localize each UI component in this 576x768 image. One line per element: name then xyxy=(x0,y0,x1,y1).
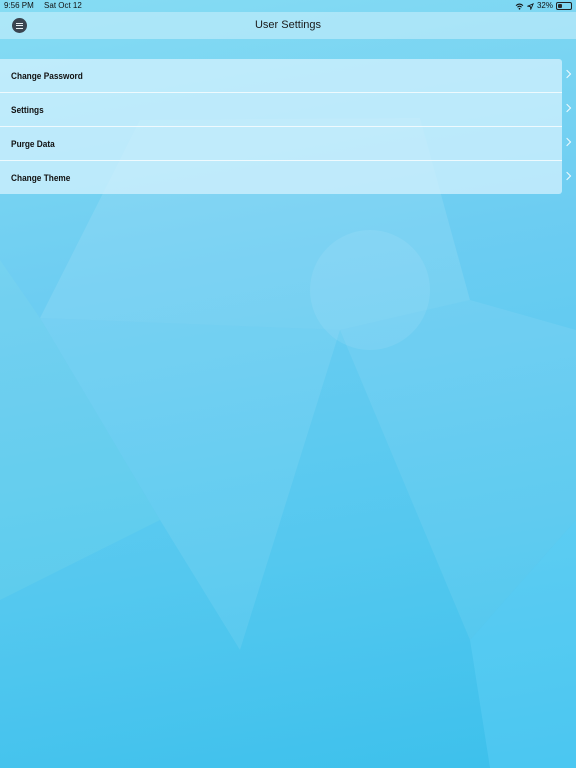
settings-item-label: Change Password xyxy=(11,70,83,81)
settings-item-change-theme[interactable]: Change Theme xyxy=(0,161,572,194)
settings-item-purge-data[interactable]: Purge Data xyxy=(0,127,572,161)
settings-item-label: Change Theme xyxy=(11,172,71,183)
settings-item-label: Settings xyxy=(11,104,44,115)
status-date: Sat Oct 12 xyxy=(44,1,82,10)
chevron-right-icon xyxy=(562,137,572,147)
settings-item-change-password[interactable]: Change Password xyxy=(0,59,572,93)
navigation-bar: User Settings xyxy=(0,12,576,39)
page-title: User Settings xyxy=(254,19,322,31)
settings-list: Change Password Settings Purge Data Chan… xyxy=(0,59,572,194)
settings-item-settings[interactable]: Settings xyxy=(0,93,572,127)
menu-button[interactable] xyxy=(12,18,27,33)
chevron-right-icon xyxy=(562,103,572,113)
battery-percentage: 32% xyxy=(536,1,553,10)
settings-item-label: Purge Data xyxy=(11,138,55,149)
chevron-right-icon xyxy=(562,171,572,181)
battery-fill xyxy=(558,4,562,8)
chevron-right-icon xyxy=(562,69,572,79)
status-bar: 9:56 PM Sat Oct 12 32% xyxy=(0,0,576,12)
menu-icon-line xyxy=(16,27,23,29)
wifi-icon xyxy=(515,3,524,10)
menu-icon-line xyxy=(16,22,23,24)
location-icon xyxy=(526,2,534,10)
menu-icon-line xyxy=(16,25,23,26)
status-time: 9:56 PM xyxy=(4,1,34,10)
battery-icon xyxy=(556,2,572,10)
